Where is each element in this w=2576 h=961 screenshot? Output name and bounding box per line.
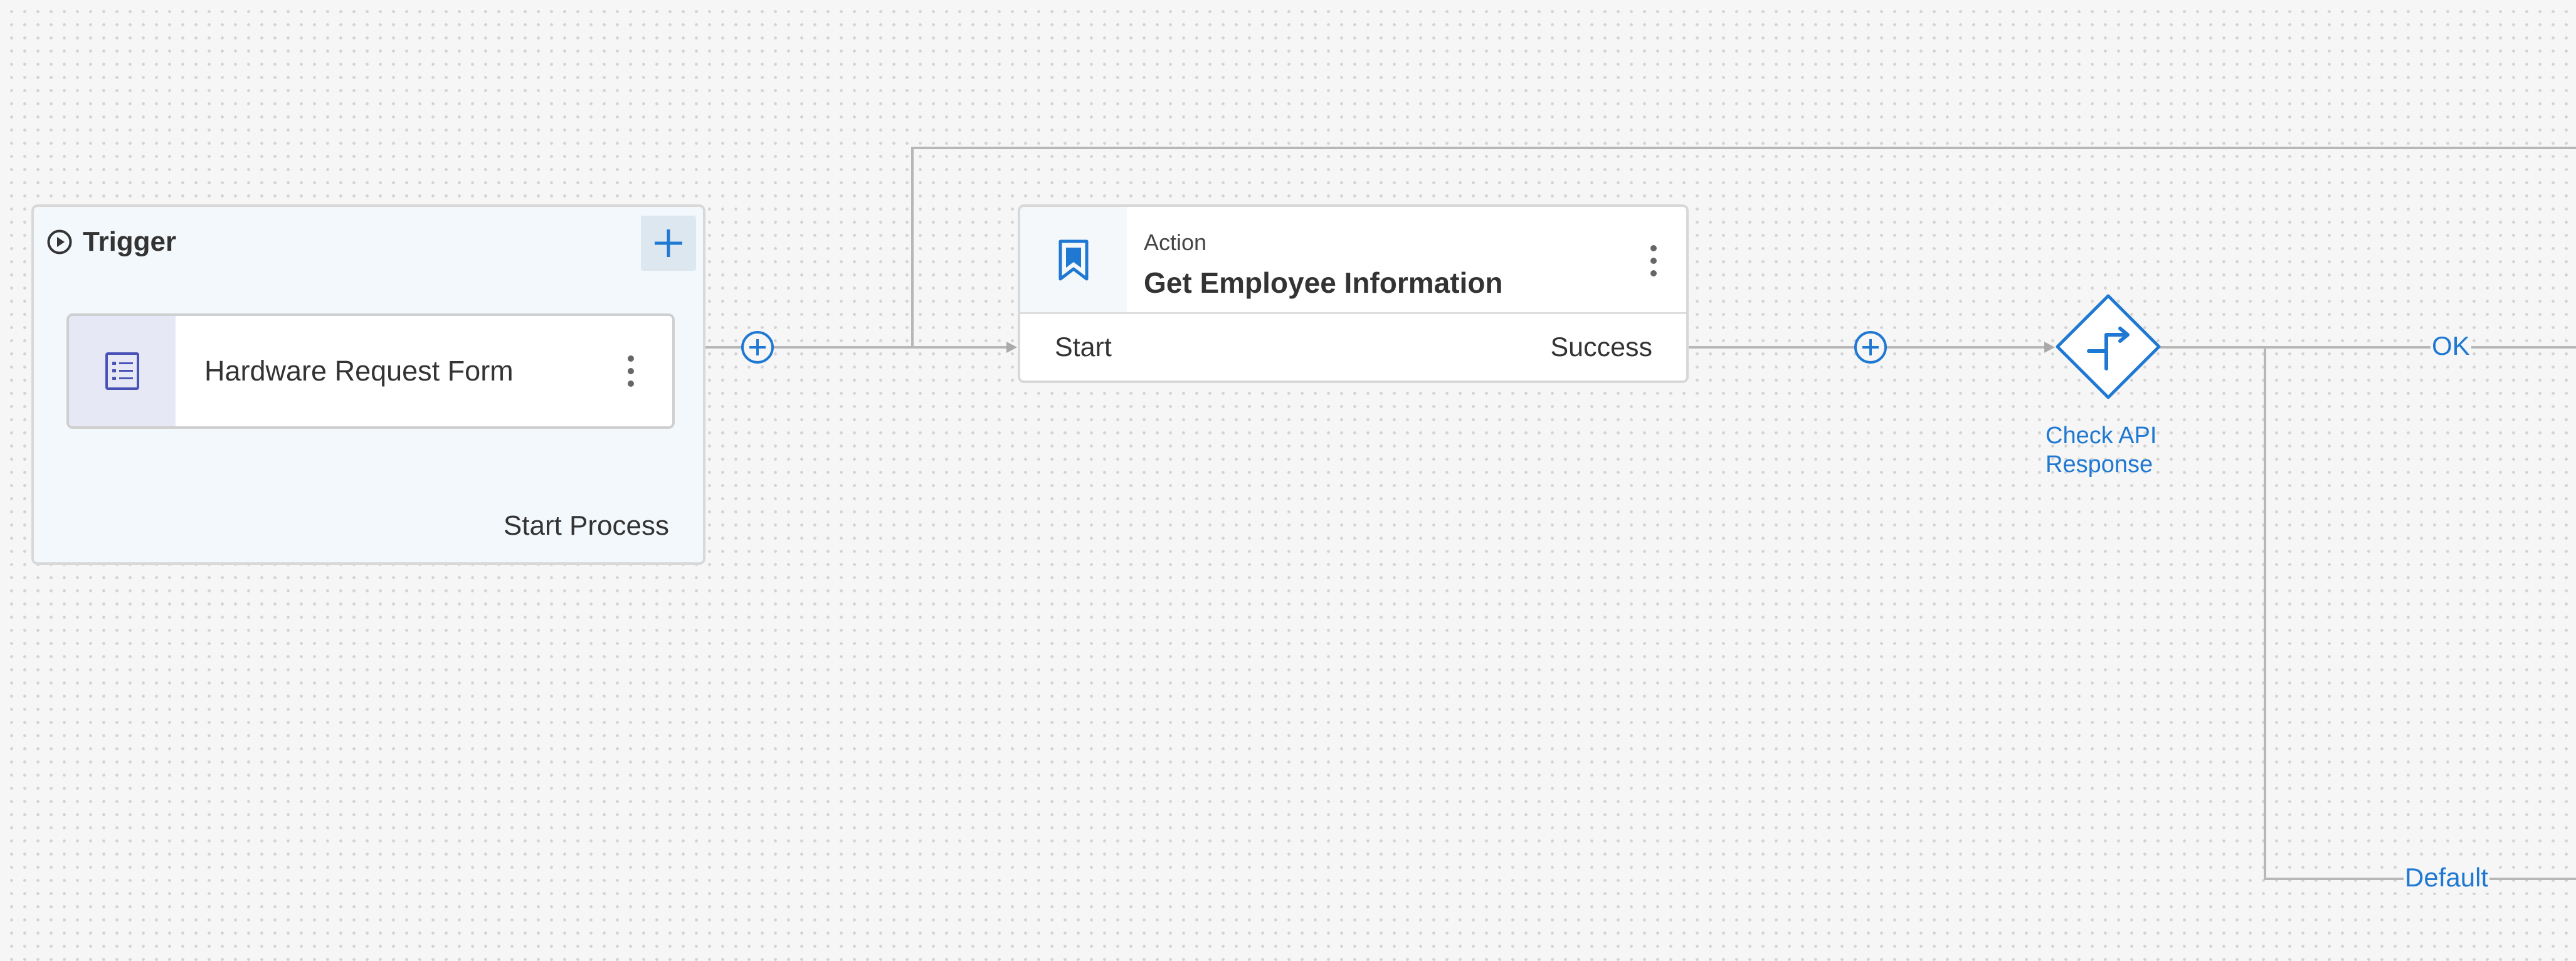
plus-circle-icon [741, 331, 774, 364]
trigger-title: Trigger [83, 226, 177, 257]
action-success-port: Success [1550, 332, 1652, 362]
form-icon-box [69, 316, 176, 426]
decision-label-line2: Response [2045, 451, 2153, 478]
branch-ok-label: OK [2431, 331, 2471, 361]
action-menu-button[interactable] [1640, 241, 1667, 281]
trigger-header: Trigger [46, 223, 176, 261]
play-circle-icon [47, 229, 72, 255]
action-divider [1020, 312, 1686, 314]
kebab-menu-icon [628, 355, 634, 387]
start-process-label: Start Process [503, 510, 669, 541]
action-icon-box [1020, 207, 1127, 313]
action-start-port: Start [1055, 332, 1112, 362]
add-step-button[interactable] [1853, 330, 1888, 365]
action-title: Get Employee Information [1144, 266, 1503, 299]
action-type: Action [1144, 229, 1207, 255]
branch-default-label: Default [2404, 863, 2490, 893]
form-trigger-card[interactable]: Hardware Request Form [66, 313, 675, 429]
form-list-icon [105, 352, 139, 390]
form-menu-button[interactable] [617, 351, 645, 391]
decision-label-line1: Check API [2045, 423, 2157, 449]
split-arrow-icon [2056, 294, 2161, 399]
trigger-panel[interactable]: Trigger Hardware Request Form Start Proc… [31, 204, 705, 565]
kebab-menu-icon [1650, 245, 1657, 276]
plus-icon [655, 229, 682, 257]
bookmark-icon [1058, 239, 1089, 281]
form-name: Hardware Request Form [204, 355, 514, 387]
decision-node[interactable] [2055, 293, 2162, 400]
add-trigger-button[interactable] [641, 216, 696, 271]
add-step-button[interactable] [740, 330, 775, 365]
action-card[interactable]: Action Get Employee Information Start Su… [1018, 204, 1689, 383]
plus-circle-icon [1854, 331, 1887, 364]
workflow-canvas[interactable]: Trigger Hardware Request Form Start Proc… [0, 0, 2576, 961]
decision-label: Check API Response [2045, 421, 2171, 479]
